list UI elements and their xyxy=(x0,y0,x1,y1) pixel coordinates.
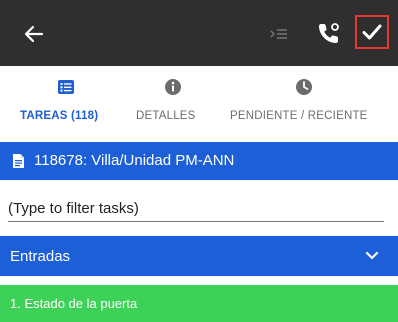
indent-icon xyxy=(270,29,287,39)
document-icon xyxy=(13,154,24,168)
section-header-entradas[interactable]: Entradas xyxy=(0,236,398,276)
back-button[interactable] xyxy=(20,20,48,48)
tab-bar: TAREAS (118) DETALLES PENDIENTE / RECIEN… xyxy=(0,66,398,132)
section-title: Entradas xyxy=(10,248,71,265)
app-screen: TAREAS (118) DETALLES PENDIENTE / RECIEN… xyxy=(0,0,398,322)
phone-call-icon xyxy=(319,23,339,43)
location-title: 118678: Villa/Unidad PM-ANN xyxy=(34,152,235,169)
task-item[interactable]: 1. Estado de la puerta xyxy=(0,285,398,322)
confirm-button[interactable] xyxy=(355,15,389,49)
info-icon xyxy=(165,79,181,95)
check-icon xyxy=(362,24,382,40)
tab-details[interactable]: DETALLES xyxy=(124,66,214,132)
chevron-down-icon xyxy=(365,251,379,260)
top-toolbar xyxy=(0,0,398,66)
tab-details-label: DETALLES xyxy=(136,110,196,122)
task-filter-input[interactable] xyxy=(8,196,384,222)
indent-button[interactable] xyxy=(267,22,291,46)
filter-container xyxy=(0,196,398,222)
tab-pending-label: PENDIENTE / RECIENTE xyxy=(230,110,368,122)
location-bar[interactable]: 118678: Villa/Unidad PM-ANN xyxy=(0,142,398,180)
arrow-left-icon xyxy=(24,25,44,43)
tab-pending-recent[interactable]: PENDIENTE / RECIENTE xyxy=(214,66,398,132)
list-icon xyxy=(58,80,74,94)
tab-tasks-label: TAREAS (118) xyxy=(20,110,99,122)
call-button[interactable] xyxy=(314,18,344,48)
clock-icon xyxy=(296,79,312,95)
tab-tasks[interactable]: TAREAS (118) xyxy=(0,66,124,132)
task-item-label: 1. Estado de la puerta xyxy=(10,296,138,311)
